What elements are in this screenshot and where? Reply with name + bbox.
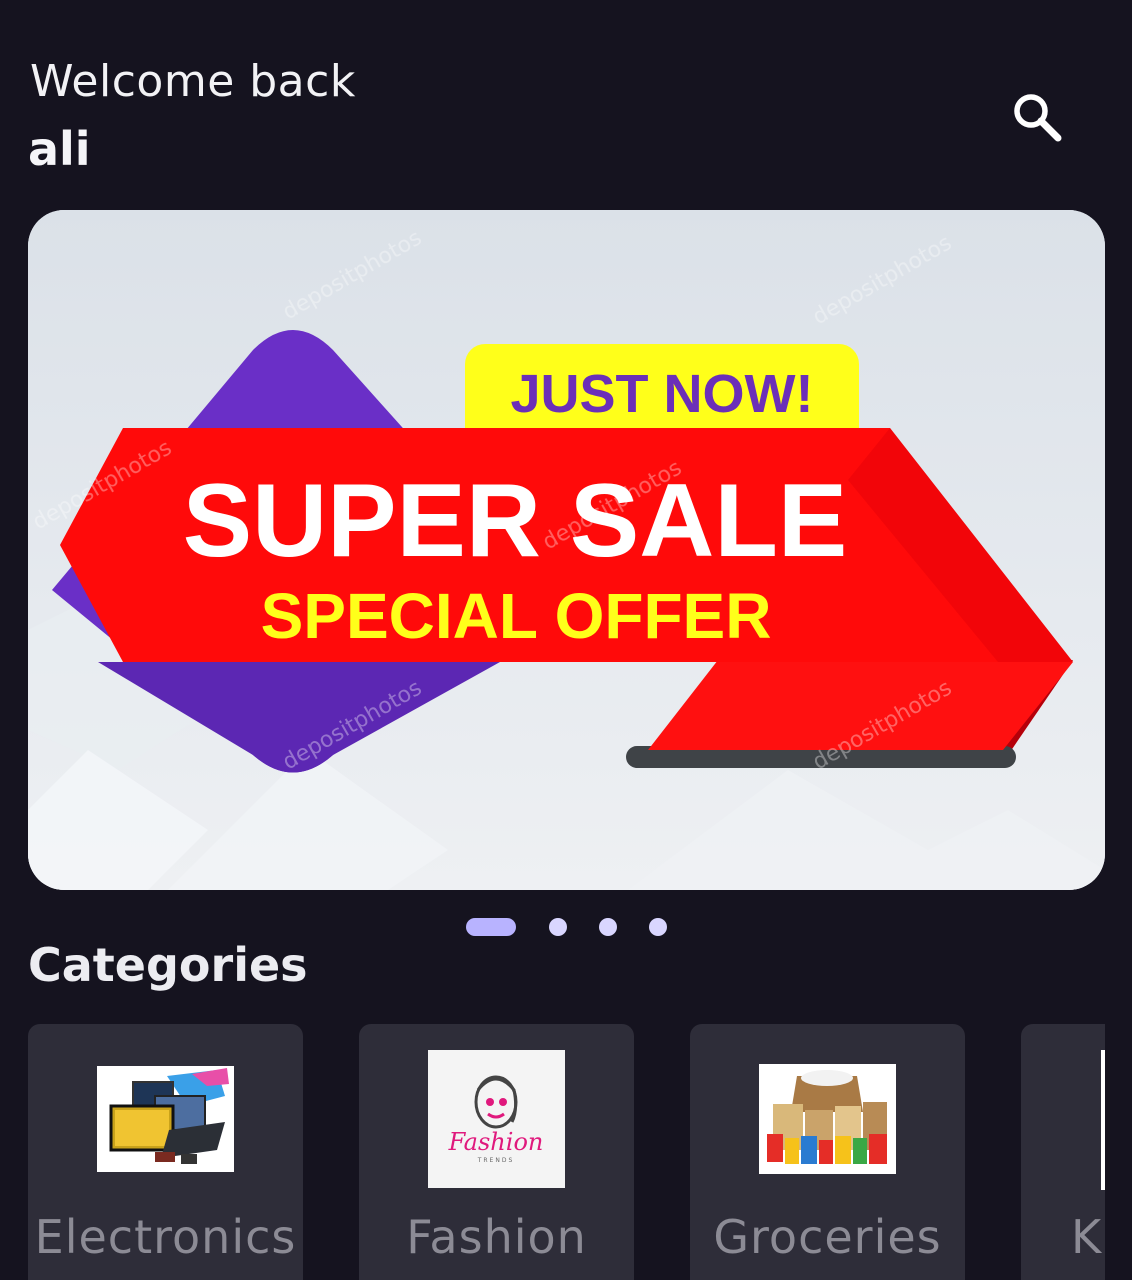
search-button[interactable] [1004, 86, 1068, 150]
category-card-electronics[interactable]: Electronics [28, 1024, 303, 1280]
category-label: Ki [1071, 1210, 1105, 1264]
username: ali [28, 122, 91, 176]
fashion-logo-image: Fashion TRENDS [428, 1050, 565, 1188]
banner-tag-text: JUST NOW! [511, 364, 814, 424]
category-label: Electronics [34, 1210, 297, 1264]
fashion-logo-text: Fashion [448, 1128, 544, 1156]
home-screen: Welcome back ali depositphotos depositph… [0, 0, 1132, 1280]
category-card-fashion[interactable]: Fashion TRENDS Fashion [359, 1024, 634, 1280]
promo-banner[interactable]: depositphotos depositphotos depositphoto… [28, 210, 1105, 890]
carousel-dot[interactable] [599, 918, 617, 936]
fashion-logo-subtext: TRENDS [477, 1157, 515, 1164]
category-card-partial[interactable]: Ki [1021, 1024, 1105, 1280]
electronics-image [97, 1066, 234, 1172]
banner-headline: SUPER SALE [183, 463, 848, 579]
categories-title: Categories [28, 938, 308, 992]
categories-list: Electronics Fashion TRENDS Fashion Groce… [28, 1024, 1105, 1280]
search-icon [1014, 94, 1062, 142]
category-label: Groceries [713, 1210, 942, 1264]
category-card-groceries[interactable]: Groceries [690, 1024, 965, 1280]
welcome-text: Welcome back [30, 56, 356, 107]
carousel-dot[interactable] [549, 918, 567, 936]
category-label: Fashion [406, 1210, 587, 1264]
groceries-image [759, 1064, 896, 1174]
carousel-dot-active[interactable] [466, 918, 516, 936]
partial-image [1101, 1050, 1105, 1190]
carousel-dot[interactable] [649, 918, 667, 936]
banner-graphic: depositphotos depositphotos depositphoto… [28, 210, 1105, 890]
banner-subline: SPECIAL OFFER [261, 580, 772, 652]
